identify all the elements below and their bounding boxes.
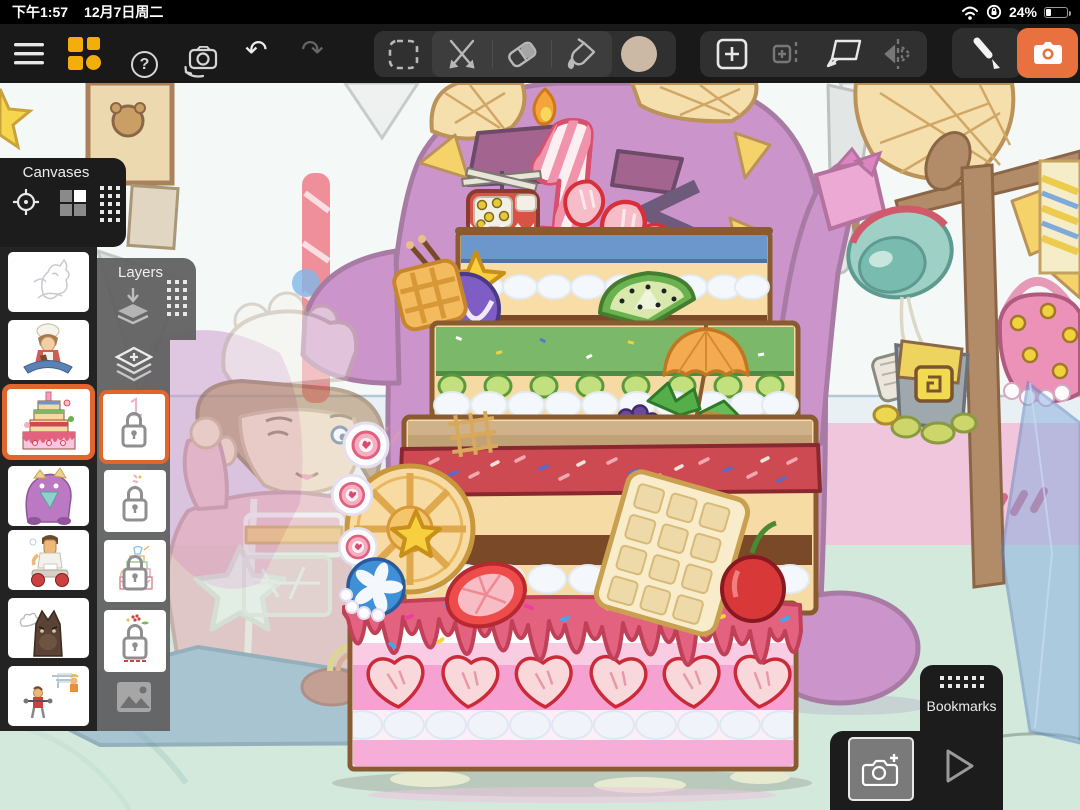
canvas-thumbnail-dragon[interactable]: [8, 466, 89, 526]
flip-frame-button[interactable]: [882, 39, 914, 69]
pink-bag-prop: [1000, 281, 1080, 406]
image-layer-item[interactable]: [117, 682, 151, 714]
canvas-thumbnail-gym[interactable]: [8, 666, 89, 726]
status-date: 12月7日周二: [84, 2, 163, 22]
layer-item[interactable]: [104, 470, 166, 532]
pen-mode-button[interactable]: [952, 28, 1022, 78]
camera-mode-button[interactable]: [1017, 28, 1078, 78]
add-frame-button[interactable]: [716, 38, 748, 70]
menu-icon[interactable]: [14, 43, 44, 65]
layers-drag-handle[interactable]: [167, 280, 187, 316]
canvases-drag-handle[interactable]: [100, 186, 120, 222]
marquee-select-tool[interactable]: [388, 39, 419, 70]
play-button[interactable]: [942, 747, 976, 785]
status-bar: 下午1:57 12月7日周二 24%: [0, 0, 1080, 24]
toy-helicopter: [462, 168, 541, 235]
layer-item[interactable]: [104, 610, 166, 672]
status-time: 下午1:57: [12, 2, 68, 22]
fill-tool[interactable]: [552, 31, 610, 77]
rotation-lock-icon: [986, 4, 1002, 20]
layers-panel-header: Layers: [97, 258, 196, 340]
color-swatch[interactable]: [620, 35, 658, 73]
battery-percent: 24%: [1009, 4, 1037, 20]
app-screen: 下午1:57 12月7日周二 24%: [0, 0, 1080, 810]
bookmarks-panel: [830, 731, 1003, 810]
bookmarks-panel-tab: Bookmarks: [920, 665, 1003, 731]
canvas-thumbnail-scooter-man[interactable]: [8, 530, 89, 590]
canvases-panel-header: Canvases: [0, 158, 126, 247]
canvas-thumbnail-dog[interactable]: [8, 598, 89, 658]
grid-layout-icon[interactable]: [60, 190, 86, 216]
insert-frame-button[interactable]: [772, 40, 808, 68]
duplicate-frames-button[interactable]: [826, 39, 864, 69]
target-icon[interactable]: [12, 188, 40, 216]
canvas-thumbnail-sketch[interactable]: [8, 252, 89, 312]
wifi-icon: [961, 5, 979, 20]
eraser-tool[interactable]: [493, 31, 551, 77]
layer-item-selected[interactable]: [99, 390, 169, 464]
canvases-list: [0, 247, 97, 731]
camera-add-button[interactable]: [848, 737, 914, 801]
cut-tool[interactable]: [432, 31, 492, 77]
layer-item[interactable]: [104, 540, 166, 602]
frame-group: [700, 31, 927, 77]
redo-icon[interactable]: ↷: [301, 37, 324, 64]
bookmarks-drag-handle[interactable]: [940, 676, 984, 688]
add-layer-icon[interactable]: [113, 344, 155, 386]
canvases-title: Canvases: [0, 164, 112, 181]
layers-list: [97, 340, 170, 731]
undo-icon[interactable]: ↶: [245, 37, 268, 64]
tool-group: [374, 31, 676, 77]
camera-rotate-icon[interactable]: [183, 46, 221, 78]
merge-down-icon[interactable]: [115, 286, 151, 326]
app-logo[interactable]: [68, 37, 101, 70]
layers-title: Layers: [118, 264, 163, 281]
canvas-thumbnail-chef[interactable]: [8, 320, 89, 380]
canvas-thumbnail-cake-selected[interactable]: [2, 384, 95, 460]
help-icon[interactable]: ?: [131, 51, 158, 78]
battery-icon: [1044, 7, 1068, 18]
bookmarks-title: Bookmarks: [920, 698, 1003, 714]
toolbar: ? ↶ ↷: [0, 24, 1080, 83]
